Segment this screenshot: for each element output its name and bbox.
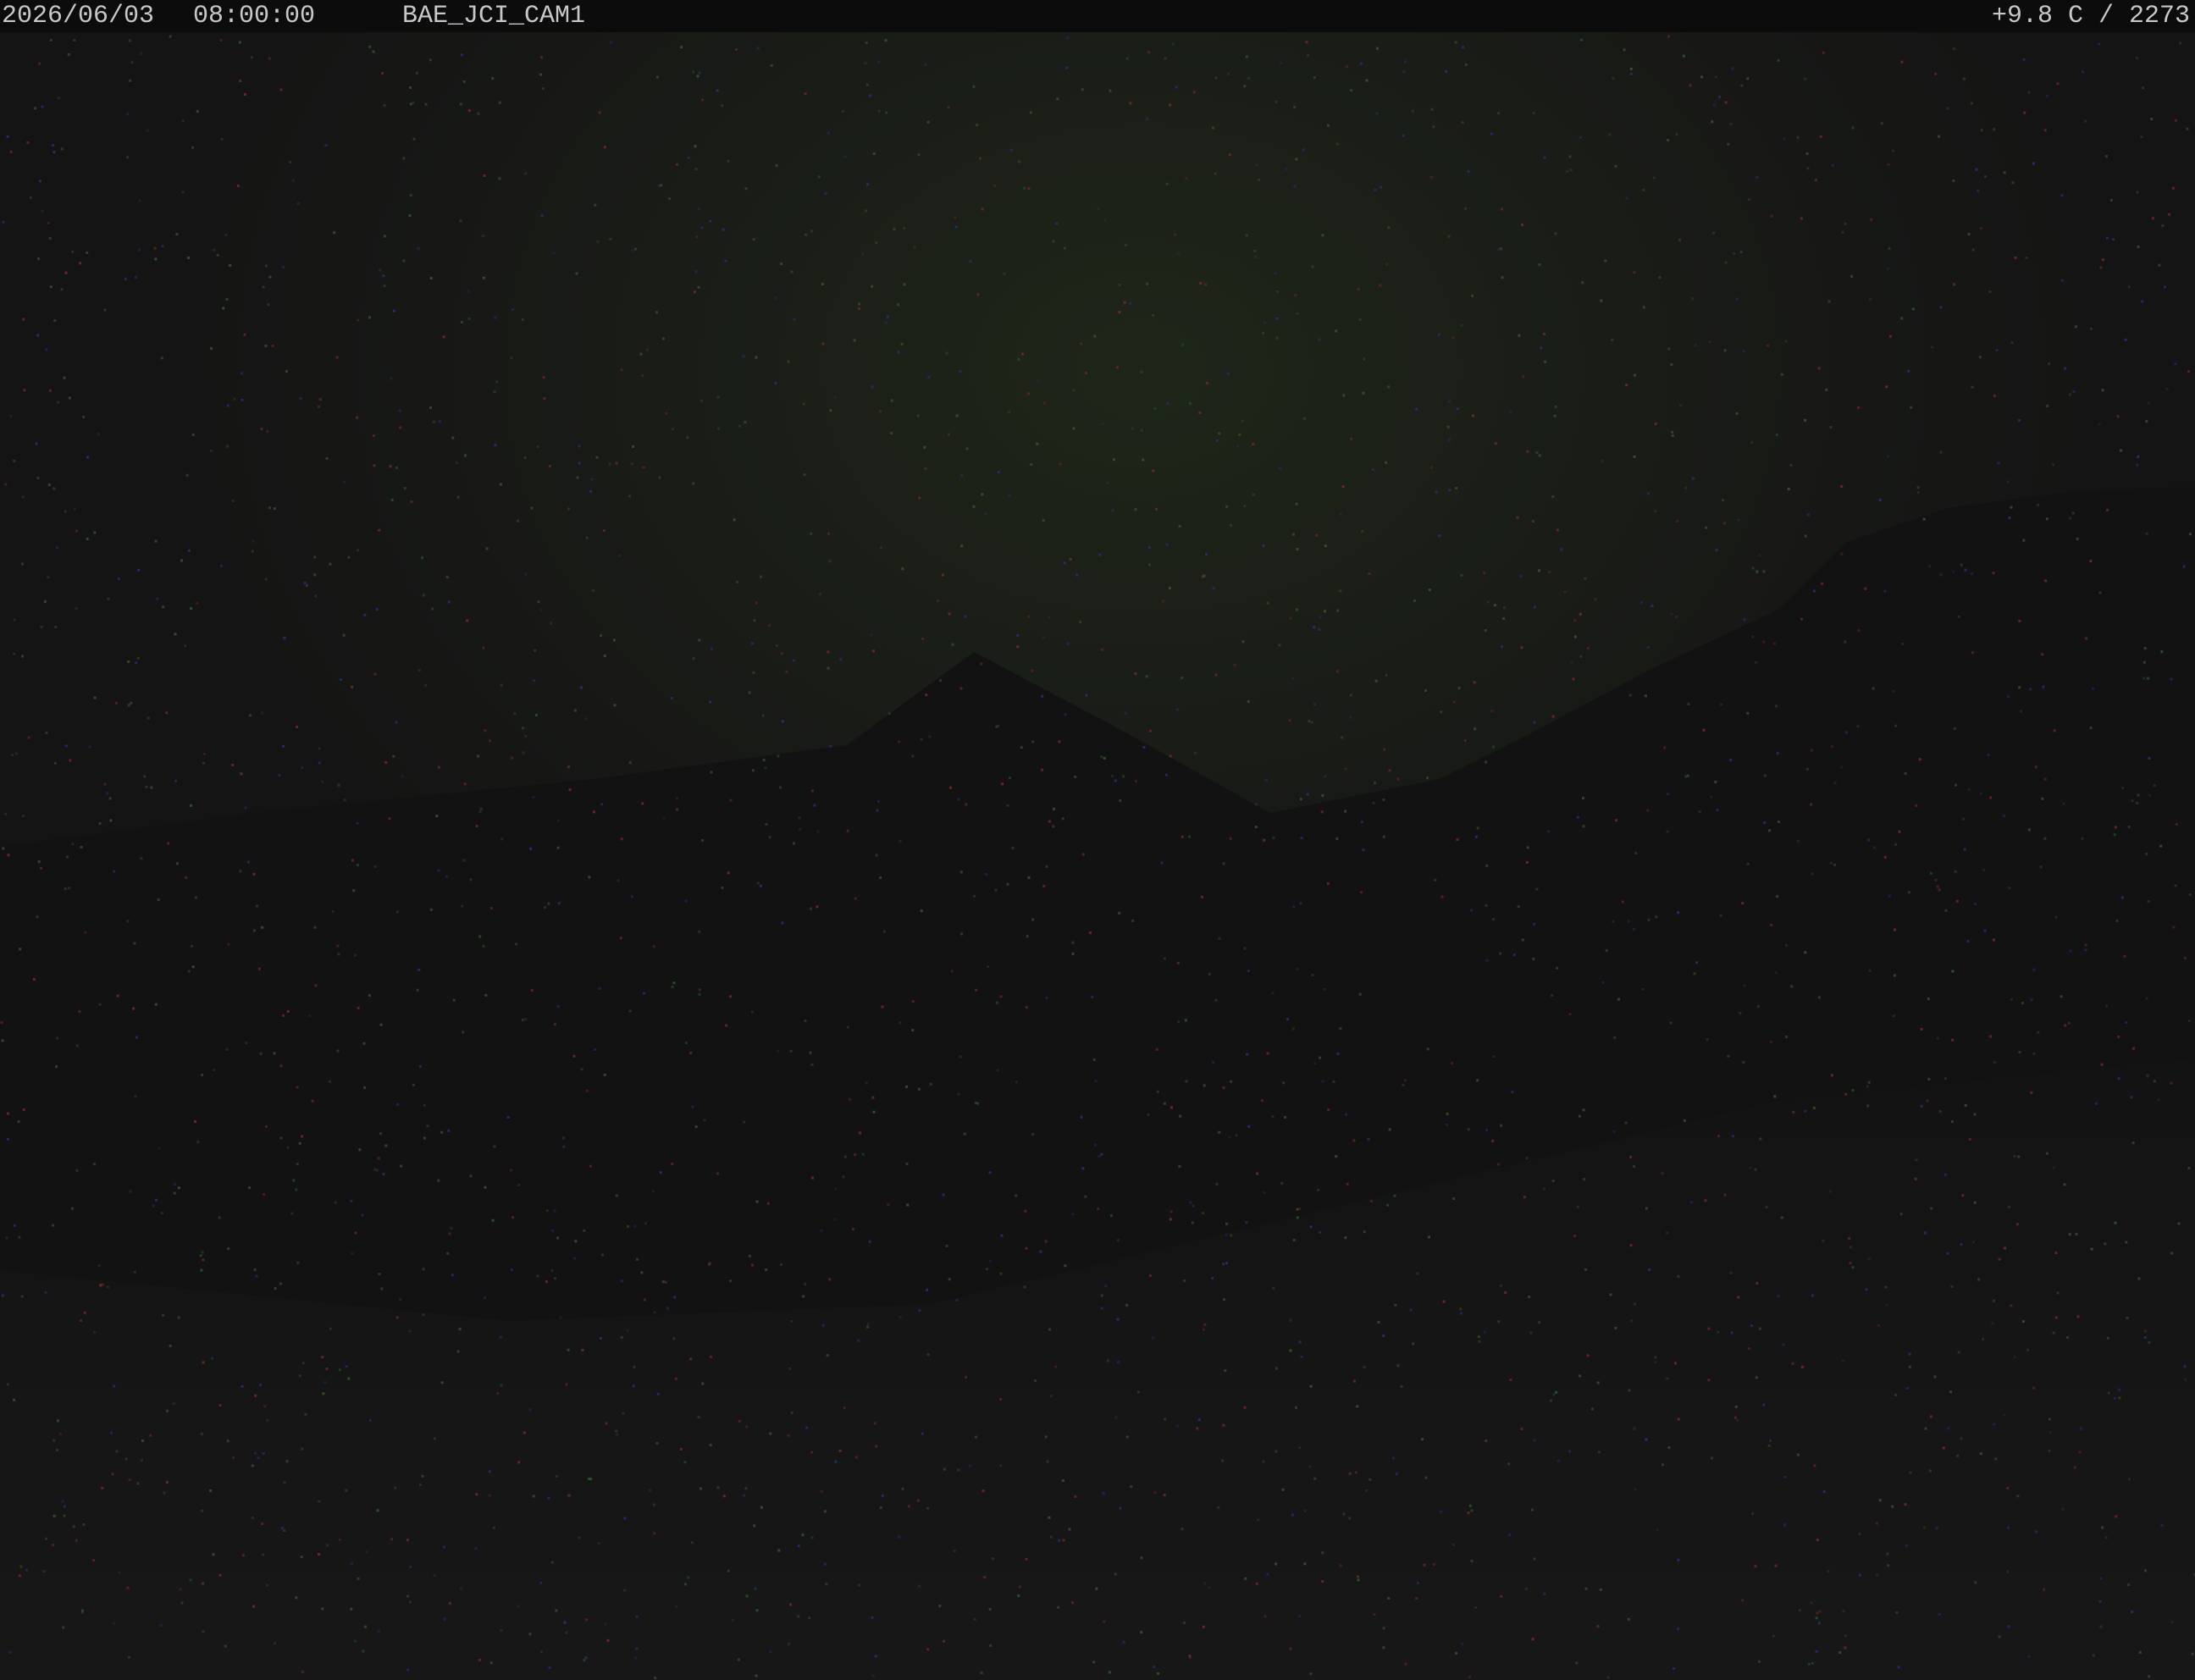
- overlay-time: 08:00:00: [193, 2, 316, 30]
- overlay-camera-id: BAE_JCI_CAM1: [402, 2, 586, 30]
- overlay-temperature-readout: +9.8 C / 2273: [1991, 2, 2190, 30]
- overlay-date: 2026/06/03: [2, 2, 155, 30]
- timestamp-overlay: 2026/06/03 08:00:00 BAE_JCI_CAM1 +9.8 C …: [0, 0, 2195, 32]
- webcam-frame: 2026/06/03 08:00:00 BAE_JCI_CAM1 +9.8 C …: [0, 0, 2195, 1680]
- night-scene: [0, 0, 2195, 1680]
